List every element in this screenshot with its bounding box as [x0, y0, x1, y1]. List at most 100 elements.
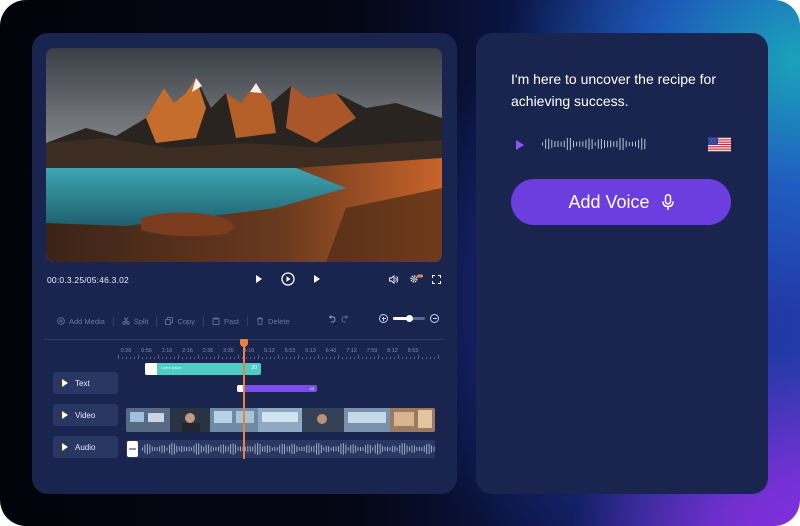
- waveform-bar: [387, 446, 388, 452]
- settings-button[interactable]: [408, 270, 424, 288]
- voice-waveform: [542, 137, 646, 151]
- ruler-tick: [226, 357, 227, 359]
- video-thumbnail-strip: [126, 408, 435, 432]
- next-button[interactable]: [312, 270, 322, 288]
- waveform-bar: [350, 445, 352, 453]
- waveform-bar: [159, 446, 161, 452]
- waveform-bar: [220, 444, 222, 454]
- ruler-tick: [122, 357, 123, 359]
- video-clip[interactable]: [126, 408, 435, 432]
- timeline-ruler[interactable]: 0:26 0:56 1:16 2:16 2:36 3:26 4:16 5:12 5:53 6:13…: [118, 343, 440, 359]
- track-label-audio[interactable]: Audio: [53, 436, 118, 458]
- waveform-bar: [215, 447, 217, 451]
- waveform-bar: [357, 447, 359, 451]
- waveform-bar: [144, 444, 146, 454]
- track-label-text[interactable]: Text: [53, 372, 118, 394]
- waveform-bar: [352, 444, 354, 454]
- us-flag-icon[interactable]: [708, 137, 731, 152]
- waveform-bar: [195, 443, 197, 455]
- waveform-bar: [372, 447, 374, 451]
- paste-button[interactable]: Past: [207, 317, 244, 326]
- redo-button[interactable]: [341, 315, 349, 325]
- waveform-bar: [560, 141, 562, 147]
- audio-clip[interactable]: [126, 440, 435, 458]
- waveform-bar: [291, 443, 293, 455]
- waveform-bar: [325, 446, 327, 452]
- add-voice-button[interactable]: Add Voice: [511, 179, 731, 225]
- split-button[interactable]: Split: [117, 317, 154, 326]
- waveform-bar: [566, 137, 568, 150]
- copy-button[interactable]: Copy: [160, 317, 200, 326]
- waveform-bar: [622, 138, 624, 150]
- ruler-tick: [166, 357, 167, 359]
- clip-trim-handle[interactable]: [145, 363, 157, 375]
- waveform-bar: [635, 141, 636, 147]
- waveform-bar: [257, 443, 259, 455]
- ruler-tick: [322, 357, 323, 359]
- waveform-bar: [276, 447, 278, 451]
- text-clip-duration: 20: [309, 386, 314, 391]
- playback-time: 00:0.3.25/05:46.3.02: [47, 275, 129, 285]
- ruler-tick: [270, 357, 271, 359]
- text-clip[interactable]: 20: [237, 385, 317, 392]
- ruler-tick: [182, 357, 183, 359]
- ruler-tick: [406, 357, 407, 359]
- zoom-slider[interactable]: [393, 315, 425, 322]
- ruler-tick: [418, 355, 419, 359]
- waveform-bar: [247, 445, 249, 453]
- ruler-label: 3:26: [223, 348, 234, 354]
- waveform-bar: [607, 140, 609, 148]
- waveform-bar: [154, 447, 156, 451]
- waveform-bar: [355, 445, 357, 453]
- zoom-slider-handle[interactable]: [405, 315, 413, 322]
- ruler-tick: [238, 355, 239, 359]
- waveform-bar: [389, 447, 391, 451]
- waveform-bar: [433, 446, 435, 452]
- waveform-bar: [222, 444, 224, 454]
- waveform-bar: [431, 445, 432, 453]
- waveform-bar: [237, 446, 239, 452]
- ruler-tick: [358, 355, 359, 359]
- waveform-bar: [414, 445, 415, 453]
- ruler-tick: [374, 357, 375, 359]
- ruler-tick: [422, 357, 423, 359]
- ruler-label: 6:43: [325, 348, 337, 354]
- waveform-bar: [418, 446, 420, 452]
- fullscreen-button[interactable]: [430, 270, 442, 288]
- undo-button[interactable]: [328, 315, 336, 325]
- waveform-bar: [597, 139, 599, 149]
- waveform-bar: [384, 447, 386, 451]
- ruler-tick: [394, 357, 395, 359]
- play-button[interactable]: [254, 270, 264, 288]
- track-text-label: Text: [75, 378, 90, 388]
- ruler-tick: [306, 357, 307, 359]
- waveform-bar: [308, 445, 310, 453]
- track-label-video[interactable]: Video: [53, 404, 118, 426]
- delete-button[interactable]: Delete: [251, 317, 295, 326]
- zoom-out-icon[interactable]: [430, 314, 439, 323]
- waveform-bar: [545, 139, 547, 149]
- add-media-button[interactable]: Add Media: [52, 317, 110, 326]
- waveform-bar: [406, 445, 408, 453]
- waveform-bar: [604, 140, 605, 148]
- expand-triangle-icon: [62, 443, 68, 451]
- zoom-in-icon[interactable]: [379, 314, 388, 323]
- ruler-tick: [318, 355, 319, 359]
- waveform-bar: [266, 445, 268, 453]
- play-circle-button[interactable]: [279, 270, 297, 288]
- voice-play-button[interactable]: [516, 140, 524, 150]
- waveform-bar: [318, 443, 320, 455]
- waveform-bar: [252, 446, 254, 452]
- redo-icon: [341, 315, 349, 323]
- waveform-bar: [328, 446, 330, 452]
- playhead[interactable]: [240, 339, 248, 459]
- video-preview[interactable]: [46, 48, 442, 262]
- ruler-label: 0:26: [120, 348, 132, 354]
- ruler-tick: [378, 355, 379, 359]
- volume-button[interactable]: [388, 270, 400, 288]
- waveform-bar: [379, 444, 381, 454]
- waveform-bar: [631, 141, 633, 147]
- ruler-label: 4:16: [243, 348, 255, 354]
- waveform-bar: [298, 447, 300, 451]
- waveform-bar: [311, 446, 312, 452]
